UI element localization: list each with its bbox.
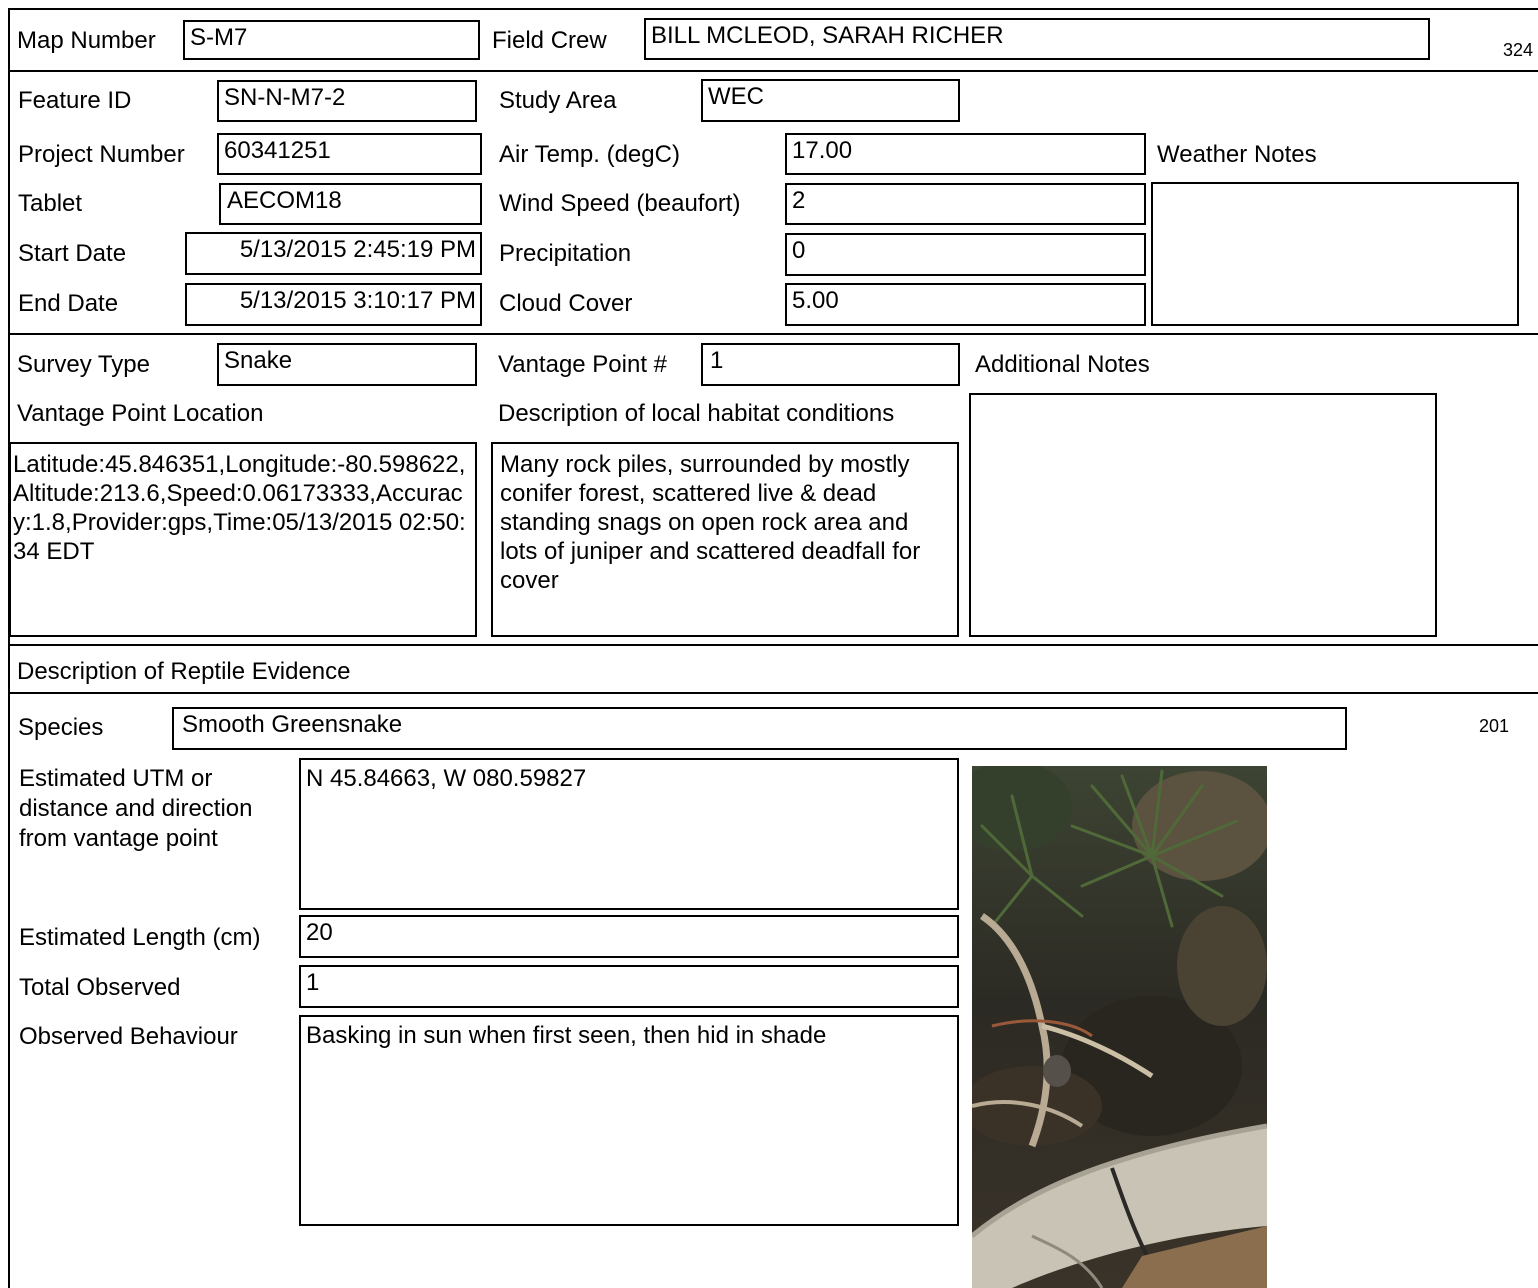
species-label: Species — [18, 714, 104, 741]
divider-1 — [8, 70, 1538, 72]
vp-location-field[interactable]: Latitude:45.846351,Longitude:-80.598622,… — [9, 442, 477, 637]
additional-notes-label: Additional Notes — [975, 351, 1150, 378]
frame-left — [8, 8, 10, 1288]
feature-id-field[interactable]: SN-N-M7-2 — [217, 80, 477, 122]
project-number-label: Project Number — [18, 141, 185, 168]
survey-type-field[interactable]: Snake — [217, 343, 477, 386]
weather-notes-label: Weather Notes — [1157, 141, 1317, 168]
cloud-cover-label: Cloud Cover — [499, 290, 633, 317]
behaviour-field[interactable]: Basking in sun when first seen, then hid… — [299, 1015, 959, 1226]
study-area-field[interactable]: WEC — [701, 79, 960, 122]
utm-label: Estimated UTM or distance and direction … — [19, 765, 253, 852]
behaviour-label: Observed Behaviour — [19, 1023, 238, 1050]
field-crew-label: Field Crew — [492, 27, 607, 54]
tablet-field[interactable]: AECOM18 — [219, 183, 482, 225]
observation-photo — [972, 766, 1267, 1288]
record-code: 201 — [1479, 716, 1510, 736]
utm-field[interactable]: N 45.84663, W 080.59827 — [299, 758, 959, 910]
evidence-section-label: Description of Reptile Evidence — [17, 658, 351, 685]
divider-3 — [8, 644, 1538, 646]
feature-id-label: Feature ID — [18, 87, 132, 114]
survey-type-label: Survey Type — [17, 351, 150, 378]
page-code: 324 — [1503, 40, 1534, 60]
end-date-field[interactable]: 5/13/2015 3:10:17 PM — [185, 283, 482, 326]
vantage-point-field[interactable]: 1 — [701, 343, 960, 386]
species-field[interactable]: Smooth Greensnake — [172, 707, 1347, 750]
vantage-point-label: Vantage Point # — [498, 351, 668, 378]
precipitation-field[interactable]: 0 — [785, 233, 1146, 276]
field-crew-field[interactable]: BILL MCLEOD, SARAH RICHER — [644, 18, 1430, 60]
study-area-label: Study Area — [499, 87, 617, 114]
wind-speed-field[interactable]: 2 — [785, 183, 1146, 225]
total-observed-field[interactable]: 1 — [299, 965, 959, 1008]
divider-2 — [8, 333, 1538, 335]
length-field[interactable]: 20 — [299, 915, 959, 958]
cloud-cover-field[interactable]: 5.00 — [785, 283, 1146, 326]
habitat-label: Description of local habitat conditions — [498, 400, 895, 427]
start-date-field[interactable]: 5/13/2015 2:45:19 PM — [185, 232, 482, 275]
frame-top — [8, 8, 1538, 10]
habitat-field[interactable]: Many rock piles, surrounded by mostly co… — [491, 442, 959, 637]
vp-location-label: Vantage Point Location — [17, 400, 264, 427]
project-number-field[interactable]: 60341251 — [217, 133, 482, 175]
divider-4 — [8, 692, 1538, 694]
map-number-label: Map Number — [17, 27, 156, 54]
wind-speed-label: Wind Speed (beaufort) — [499, 190, 741, 217]
weather-notes-field[interactable] — [1151, 182, 1519, 326]
precipitation-label: Precipitation — [499, 240, 632, 267]
length-label: Estimated Length (cm) — [19, 924, 261, 951]
total-observed-label: Total Observed — [19, 974, 181, 1001]
start-date-label: Start Date — [18, 240, 127, 267]
tablet-label: Tablet — [18, 190, 83, 217]
map-number-field[interactable]: S-M7 — [183, 20, 480, 60]
air-temp-field[interactable]: 17.00 — [785, 133, 1146, 175]
additional-notes-field[interactable] — [969, 393, 1437, 637]
end-date-label: End Date — [18, 290, 119, 317]
air-temp-label: Air Temp. (degC) — [499, 141, 680, 168]
